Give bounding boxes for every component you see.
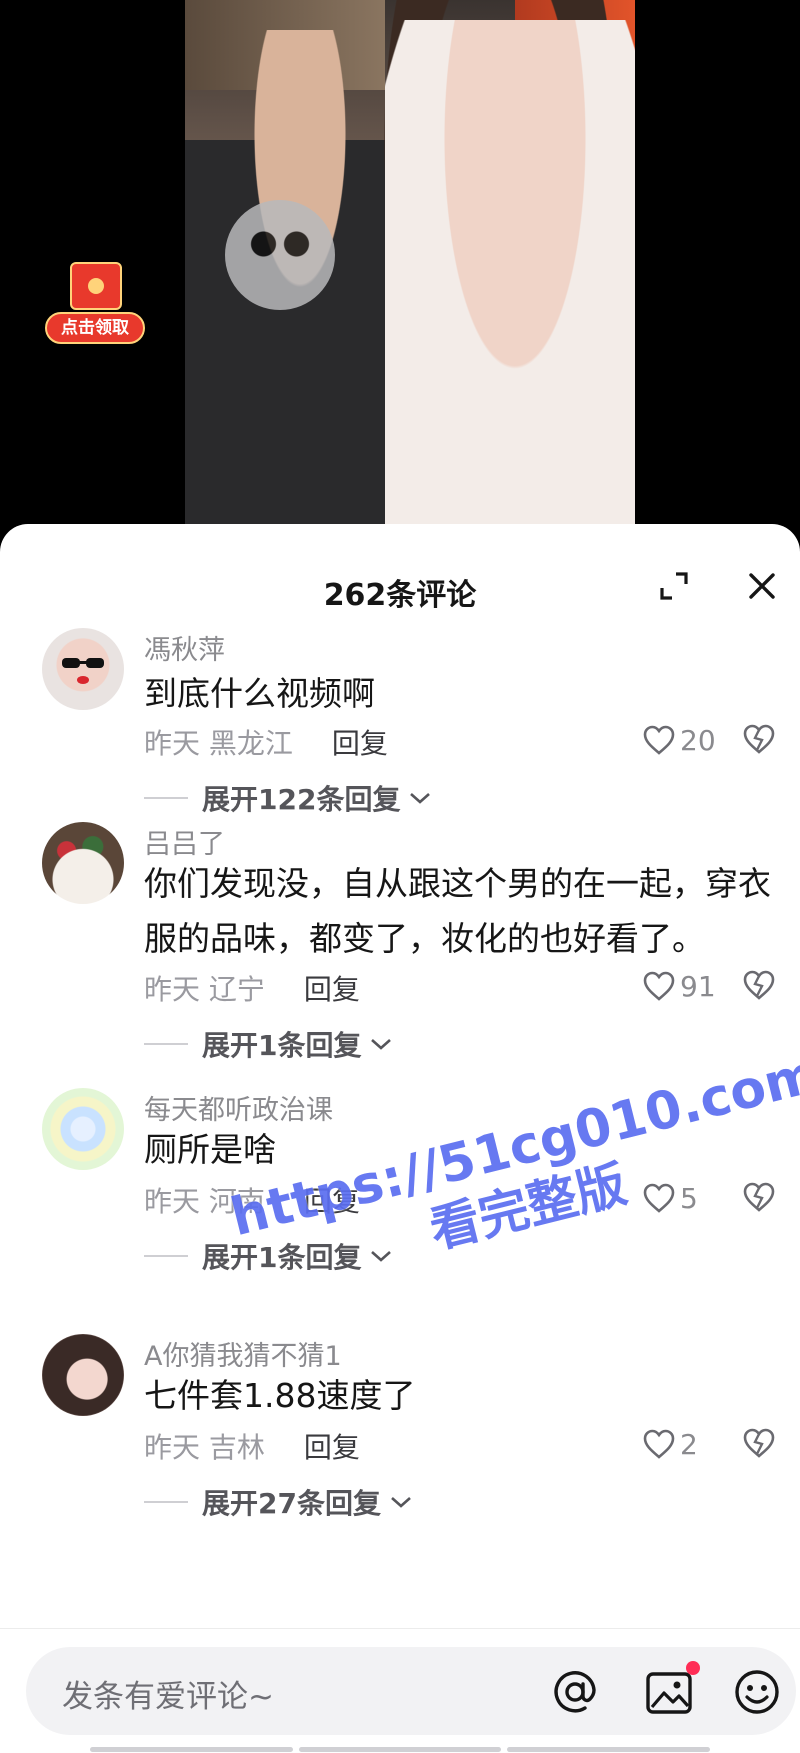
comment-meta: 昨天 辽宁 回复 — [144, 968, 360, 1008]
reply-button[interactable]: 回复 — [304, 973, 360, 1006]
avatar[interactable] — [42, 628, 124, 710]
dislike-icon[interactable] — [742, 968, 776, 1002]
like-count: 91 — [680, 969, 716, 1003]
emoji-icon[interactable] — [732, 1667, 782, 1717]
panda-shirt-graphic — [225, 200, 335, 310]
home-indicator — [90, 1747, 711, 1752]
chevron-down-icon — [371, 1251, 392, 1262]
close-icon[interactable] — [744, 568, 780, 604]
heart-icon — [643, 1183, 675, 1213]
comment-location: 黑龙江 — [208, 727, 293, 760]
comment-time: 昨天 — [144, 973, 201, 1006]
red-packet-button[interactable]: 点击领取 — [45, 262, 145, 352]
comment-username[interactable]: 馮秋萍 — [144, 628, 225, 667]
heart-icon — [643, 725, 675, 755]
comment-sheet-header: 262条评论 — [0, 524, 800, 654]
like-button[interactable]: 20 — [642, 720, 716, 760]
video-person-right — [385, 20, 635, 535]
comment-time: 昨天 — [144, 1185, 201, 1218]
divider — [144, 1501, 188, 1503]
avatar[interactable] — [42, 822, 124, 904]
comment-meta: 昨天 黑龙江 回复 — [144, 722, 388, 762]
like-button[interactable]: 2 — [642, 1424, 698, 1464]
dislike-icon[interactable] — [742, 722, 776, 756]
red-packet-label: 点击领取 — [45, 312, 145, 344]
reply-button[interactable]: 回复 — [304, 1431, 360, 1464]
reply-button[interactable]: 回复 — [332, 727, 388, 760]
comment-input[interactable]: 发条有爱评论~ — [26, 1647, 796, 1735]
expand-replies-button[interactable]: 展开122条回复 — [144, 778, 432, 818]
chevron-down-icon — [410, 793, 431, 804]
comment-input-bar: 发条有爱评论~ — [0, 1628, 800, 1753]
comment-text: 厕所是啥 — [144, 1130, 276, 1169]
divider — [144, 797, 188, 799]
expand-icon[interactable] — [656, 568, 692, 604]
like-button[interactable]: 5 — [642, 1178, 698, 1218]
like-count: 2 — [680, 1427, 698, 1461]
video-player[interactable]: 点击领取 — [0, 0, 800, 535]
like-count: 20 — [680, 723, 716, 757]
reply-button[interactable]: 回复 — [304, 1185, 360, 1218]
heart-icon — [643, 971, 675, 1001]
expand-replies-button[interactable]: 展开27条回复 — [144, 1482, 413, 1522]
heart-icon — [643, 1429, 675, 1459]
divider — [144, 1255, 188, 1257]
sunglasses-icon — [62, 658, 104, 684]
comment-text: 到底什么视频啊 — [144, 674, 375, 713]
divider — [144, 1043, 188, 1045]
expand-replies-button[interactable]: 展开1条回复 — [144, 1236, 393, 1276]
expand-replies-label: 展开1条回复 — [202, 1029, 362, 1062]
comment-location: 吉林 — [208, 1431, 265, 1464]
comment-input-placeholder: 发条有爱评论~ — [62, 1679, 274, 1715]
comment-meta: 昨天 吉林 回复 — [144, 1426, 360, 1466]
comment-location: 辽宁 — [208, 973, 265, 1006]
like-button[interactable]: 91 — [642, 966, 716, 1006]
expand-replies-button[interactable]: 展开1条回复 — [144, 1024, 393, 1064]
comment-sheet: 262条评论 馮秋萍 到底什么视频啊 昨天 黑龙江 回复 20 展开122条回复… — [0, 524, 800, 1753]
like-count: 5 — [680, 1181, 698, 1215]
red-packet-icon — [70, 262, 122, 310]
notification-dot — [686, 1661, 700, 1675]
video-frame[interactable] — [185, 0, 635, 535]
comment-text: 七件套1.88速度了 — [144, 1376, 416, 1415]
chevron-down-icon — [371, 1039, 392, 1050]
comment-time: 昨天 — [144, 727, 201, 760]
dislike-icon[interactable] — [742, 1180, 776, 1214]
image-icon[interactable] — [644, 1661, 700, 1717]
comment-meta: 昨天 河南 回复 — [144, 1180, 360, 1220]
dislike-icon[interactable] — [742, 1426, 776, 1460]
at-icon[interactable] — [550, 1667, 600, 1717]
chevron-down-icon — [391, 1497, 411, 1508]
expand-replies-label: 展开122条回复 — [202, 783, 401, 816]
comment-text: 你们发现没，自从跟这个男的在一起，穿衣服的品味，都变了，妆化的也好看了。 — [144, 864, 771, 958]
comment-time: 昨天 — [144, 1431, 201, 1464]
avatar[interactable] — [42, 1088, 124, 1170]
expand-replies-label: 展开1条回复 — [202, 1241, 362, 1274]
avatar[interactable] — [42, 1334, 124, 1416]
comment-location: 河南 — [208, 1185, 265, 1218]
expand-replies-label: 展开27条回复 — [202, 1487, 381, 1520]
